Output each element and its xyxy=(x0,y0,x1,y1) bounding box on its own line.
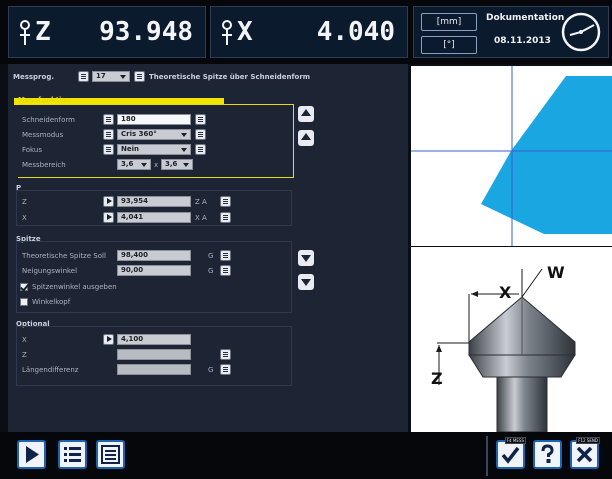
row-p-z-label: Z xyxy=(22,198,27,206)
messmodus-select[interactable]: Cris 360° xyxy=(117,129,191,140)
spitze-soll-field[interactable]: 98,400 xyxy=(117,250,191,261)
contour-graphic xyxy=(411,66,612,246)
diagram-z-label: Z xyxy=(431,369,443,388)
axis-x-display: X 4.040 xyxy=(210,6,408,58)
winkelkopf-label: Winkelkopf xyxy=(32,298,71,306)
help-button[interactable] xyxy=(533,440,562,469)
axis-z-label: Z xyxy=(35,17,51,47)
diagram-x-label: X xyxy=(499,283,512,302)
row-p-x-label: X xyxy=(22,214,27,222)
diagram-w-label: W xyxy=(547,263,565,282)
opt-z-field[interactable] xyxy=(117,349,191,360)
countersink-graphic xyxy=(411,247,612,433)
spitzenwinkel-checkbox[interactable] xyxy=(20,283,28,291)
close-badge: F12 SEND xyxy=(576,437,600,444)
p-z-play-button[interactable] xyxy=(103,196,114,207)
axis-x-label: X xyxy=(237,17,253,47)
messbereich-separator: x xyxy=(154,161,159,169)
row-opt-z-label: Z xyxy=(22,351,27,359)
winkelkopf-checkbox[interactable] xyxy=(20,298,28,306)
list-button[interactable] xyxy=(58,440,87,469)
contour-view[interactable] xyxy=(411,66,612,246)
neigungswinkel-unit: G xyxy=(208,267,214,275)
list-icon xyxy=(64,447,81,462)
messbereich-field-1[interactable]: 3,6 xyxy=(117,159,151,170)
messbereich-field-2[interactable]: 3,6 xyxy=(161,159,193,170)
fokus-select[interactable]: Nein xyxy=(117,144,191,155)
row-laengendifferenz-label: Längendifferenz xyxy=(22,366,79,374)
spitzenwinkel-label: Spitzenwinkel ausgeben xyxy=(32,283,117,291)
unit-panel: [mm] [°] Dokumentation 08.11.2013 xyxy=(413,6,609,58)
axis-z-display: Z 93.948 xyxy=(8,6,206,58)
schneidenform-field[interactable]: 180 xyxy=(117,114,191,125)
row-messmodus-label: Messmodus xyxy=(22,131,64,139)
program-info-button[interactable] xyxy=(78,71,89,82)
program-select[interactable]: 17 xyxy=(92,71,130,82)
p-x-play-button[interactable] xyxy=(103,212,114,223)
documentation-date: 08.11.2013 xyxy=(494,36,551,46)
z-axis-icon xyxy=(20,20,30,45)
tool-diagram: W X Z xyxy=(411,247,612,433)
laengendifferenz-list-button[interactable] xyxy=(220,364,231,375)
documentation-label: Dokumentation xyxy=(486,13,565,23)
move-down-button[interactable] xyxy=(298,250,314,266)
unit-deg-button[interactable]: [°] xyxy=(421,36,477,54)
axis-z-value: 93.948 xyxy=(99,17,193,47)
menu-button[interactable] xyxy=(96,440,125,469)
fokus-info-button[interactable] xyxy=(103,144,114,155)
neigungswinkel-field[interactable]: 90,00 xyxy=(117,265,191,276)
p-z-unit: Z A xyxy=(195,198,207,206)
schneidenform-list-button[interactable] xyxy=(195,114,206,125)
neigungswinkel-list-button[interactable] xyxy=(220,265,231,276)
spitze-soll-unit: G xyxy=(208,252,214,260)
toolbar-divider xyxy=(486,436,488,476)
section1-title: Messfunktion xyxy=(18,96,72,104)
row-opt-x-label: X xyxy=(22,336,27,344)
laengendifferenz-unit: G xyxy=(208,366,214,374)
messmodus-info-button[interactable] xyxy=(103,129,114,140)
menu-icon xyxy=(101,445,120,464)
p-z-field[interactable]: 93,954 xyxy=(117,196,191,207)
p-x-unit: X A xyxy=(195,214,207,222)
x-axis-icon xyxy=(222,20,232,45)
close-icon xyxy=(576,446,593,463)
start-button[interactable] xyxy=(17,440,46,469)
row-spitze-soll-label: Theoretische Spitze Soll xyxy=(22,252,106,260)
spitze-soll-list-button[interactable] xyxy=(220,250,231,261)
program-label: Messprog. xyxy=(13,73,54,81)
messmodus-list-button[interactable] xyxy=(195,129,206,140)
confirm-badge: F4 MESS xyxy=(504,437,526,444)
play-icon xyxy=(26,446,39,463)
move-up-button[interactable] xyxy=(298,106,314,122)
p-z-list-button[interactable] xyxy=(220,196,231,207)
bottom-toolbar: F4 MESS F12 SEND xyxy=(0,432,612,479)
row-messbereich-label: Messbereich xyxy=(22,161,66,169)
axis-x-value: 4.040 xyxy=(316,17,395,47)
close-button[interactable]: F12 SEND xyxy=(570,437,600,469)
opt-z-list-button[interactable] xyxy=(220,349,231,360)
program-title: Theoretische Spitze über Schneidenform xyxy=(149,73,311,81)
confirm-icon xyxy=(501,446,520,464)
axis-display-bar: Z 93.948 X 4.040 [mm] [°] Dokumentation … xyxy=(0,0,612,64)
fokus-list-button[interactable] xyxy=(195,144,206,155)
move-down-button-2[interactable] xyxy=(298,274,314,290)
move-up-button-2[interactable] xyxy=(298,130,314,146)
program-list-button[interactable] xyxy=(134,71,145,82)
p-x-list-button[interactable] xyxy=(220,212,231,223)
help-icon xyxy=(541,444,554,463)
row-schneidenform-label: Schneidenform xyxy=(22,116,75,124)
clock-icon[interactable] xyxy=(560,11,602,53)
opt-x-field[interactable]: 4,100 xyxy=(117,334,191,345)
parameter-panel: Messprog. 17 Theoretische Spitze über Sc… xyxy=(8,64,408,432)
schneidenform-info-button[interactable] xyxy=(103,114,114,125)
row-neigungswinkel-label: Neigungswinkel xyxy=(22,267,78,275)
laengendifferenz-field[interactable] xyxy=(117,364,191,375)
opt-x-play-button[interactable] xyxy=(103,334,114,345)
confirm-button[interactable]: F4 MESS xyxy=(496,437,526,469)
p-x-field[interactable]: 4,041 xyxy=(117,212,191,223)
row-fokus-label: Fokus xyxy=(22,146,42,154)
unit-mm-button[interactable]: [mm] xyxy=(421,13,477,31)
